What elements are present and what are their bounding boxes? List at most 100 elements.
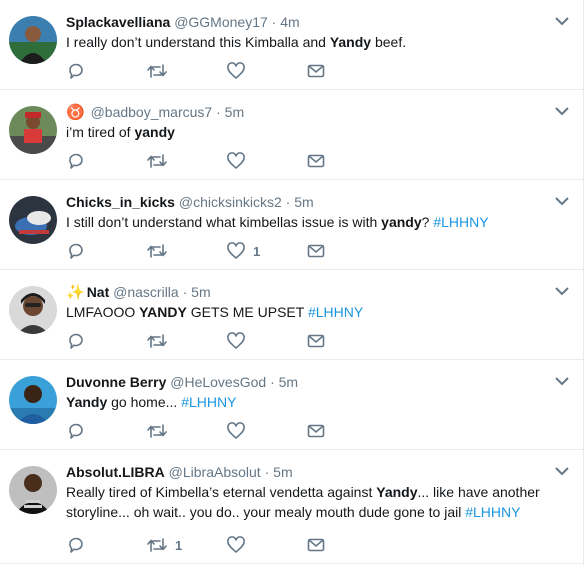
- reply-button[interactable]: [66, 61, 86, 81]
- retweet-button[interactable]: 1: [146, 535, 182, 555]
- reply-icon: [69, 153, 83, 169]
- text-segment: i’m tired of: [66, 124, 135, 140]
- tweet-actions: 1: [66, 535, 366, 555]
- tweet-card[interactable]: ✨ Nat @nascrilla · 5m LMFAOOO YANDY GETS …: [0, 270, 584, 360]
- chevron-down-icon[interactable]: [554, 104, 570, 116]
- like-button[interactable]: 1: [226, 241, 260, 261]
- reply-icon: [69, 63, 83, 79]
- reply-button[interactable]: [66, 151, 86, 171]
- chevron-down-icon[interactable]: [554, 464, 570, 476]
- tweet-header: ♉ @badboy_marcus7 · 5m: [66, 103, 244, 122]
- tweet-header: Chicks_in_kicks @chicksinkicks2 · 5m: [66, 193, 314, 212]
- retweet-icon: [147, 538, 167, 552]
- retweet-button[interactable]: [146, 151, 175, 171]
- reply-icon: [69, 243, 83, 259]
- direct-message-button[interactable]: [306, 241, 326, 261]
- tweet-feed: Splackavelliana @GGMoney17 · 4m I really…: [0, 0, 584, 565]
- highlighted-term: yandy: [381, 214, 422, 230]
- chevron-down-icon[interactable]: [554, 284, 570, 296]
- heart-icon: [227, 62, 245, 79]
- display-name[interactable]: Nat: [87, 284, 110, 300]
- retweet-button[interactable]: [146, 241, 175, 261]
- display-name[interactable]: Chicks_in_kicks: [66, 194, 175, 210]
- tweet-card[interactable]: Chicks_in_kicks @chicksinkicks2 · 5m I s…: [0, 180, 584, 270]
- tweet-text: Yandy go home... #LHHNY: [66, 392, 566, 412]
- retweet-button[interactable]: [146, 61, 175, 81]
- envelope-icon: [307, 154, 325, 168]
- timestamp[interactable]: 5m: [294, 194, 313, 210]
- timestamp[interactable]: 4m: [280, 14, 299, 30]
- direct-message-button[interactable]: [306, 61, 326, 81]
- tweet-header: ✨ Nat @nascrilla · 5m: [66, 283, 211, 302]
- like-button[interactable]: [226, 535, 253, 555]
- like-count: 1: [253, 243, 261, 259]
- retweet-button[interactable]: [146, 331, 175, 351]
- chevron-down-icon[interactable]: [554, 374, 570, 386]
- reply-button[interactable]: [66, 241, 86, 261]
- envelope-icon: [307, 64, 325, 78]
- sparkles-icon: ✨: [66, 284, 85, 301]
- retweet-icon: [147, 424, 167, 438]
- envelope-icon: [307, 538, 325, 552]
- reply-icon: [69, 423, 83, 439]
- heart-icon: [227, 536, 245, 553]
- timestamp[interactable]: 5m: [273, 464, 292, 480]
- direct-message-button[interactable]: [306, 331, 326, 351]
- avatar[interactable]: [9, 16, 57, 64]
- hashtag-link[interactable]: #LHHNY: [465, 504, 520, 520]
- separator-dot: ·: [216, 104, 221, 120]
- chevron-down-icon[interactable]: [554, 194, 570, 206]
- tweet-card[interactable]: ♉ @badboy_marcus7 · 5m i’m tired of yand…: [0, 90, 584, 180]
- like-button[interactable]: [226, 151, 253, 171]
- retweet-count: 1: [175, 537, 183, 553]
- avatar[interactable]: [9, 466, 57, 514]
- tweet-card[interactable]: Splackavelliana @GGMoney17 · 4m I really…: [0, 0, 584, 90]
- timestamp[interactable]: 5m: [279, 374, 298, 390]
- handle[interactable]: @badboy_marcus7: [91, 104, 213, 120]
- avatar[interactable]: [9, 286, 57, 334]
- reply-button[interactable]: [66, 331, 86, 351]
- direct-message-button[interactable]: [306, 421, 326, 441]
- handle[interactable]: @LibraAbsolut: [169, 464, 261, 480]
- hashtag-link[interactable]: #LHHNY: [181, 394, 236, 410]
- reply-button[interactable]: [66, 535, 86, 555]
- like-button[interactable]: [226, 331, 253, 351]
- like-button[interactable]: [226, 61, 253, 81]
- timestamp[interactable]: 5m: [225, 104, 244, 120]
- handle[interactable]: @GGMoney17: [174, 14, 268, 30]
- display-name[interactable]: Splackavelliana: [66, 14, 170, 30]
- timestamp[interactable]: 5m: [191, 284, 210, 300]
- handle[interactable]: @chicksinkicks2: [179, 194, 282, 210]
- reply-button[interactable]: [66, 421, 86, 441]
- highlighted-term: Yandy: [376, 484, 418, 500]
- taurus-icon: ♉: [66, 104, 85, 121]
- separator-dot: ·: [264, 464, 270, 480]
- tweet-header: Splackavelliana @GGMoney17 · 4m: [66, 13, 300, 32]
- highlighted-term: YANDY: [139, 304, 187, 320]
- separator-dot: ·: [182, 284, 188, 300]
- handle[interactable]: @nascrilla: [113, 284, 179, 300]
- handle[interactable]: @HeLovesGod: [170, 374, 266, 390]
- envelope-icon: [307, 424, 325, 438]
- retweet-icon: [147, 154, 167, 168]
- avatar[interactable]: [9, 196, 57, 244]
- chevron-down-icon[interactable]: [554, 14, 570, 26]
- tweet-card[interactable]: Absolut.LIBRA @LibraAbsolut · 5m Really …: [0, 450, 584, 564]
- hashtag-link[interactable]: #LHHNY: [308, 304, 363, 320]
- hashtag-link[interactable]: #LHHNY: [433, 214, 488, 230]
- avatar[interactable]: [9, 106, 57, 154]
- highlighted-term: Yandy: [66, 394, 108, 410]
- tweet-card[interactable]: Duvonne Berry @HeLovesGod · 5m Yandy go …: [0, 360, 584, 450]
- highlighted-term: Yandy: [329, 34, 372, 50]
- retweet-icon: [147, 244, 167, 258]
- like-button[interactable]: [226, 421, 253, 441]
- direct-message-button[interactable]: [306, 151, 326, 171]
- text-segment: beef.: [371, 34, 407, 50]
- avatar[interactable]: [9, 376, 57, 424]
- retweet-button[interactable]: [146, 421, 175, 441]
- display-name[interactable]: Absolut.LIBRA: [66, 464, 165, 480]
- direct-message-button[interactable]: [306, 535, 326, 555]
- display-name[interactable]: Duvonne Berry: [66, 374, 166, 390]
- tweet-header: Duvonne Berry @HeLovesGod · 5m: [66, 373, 298, 392]
- tweet-actions: [66, 421, 366, 441]
